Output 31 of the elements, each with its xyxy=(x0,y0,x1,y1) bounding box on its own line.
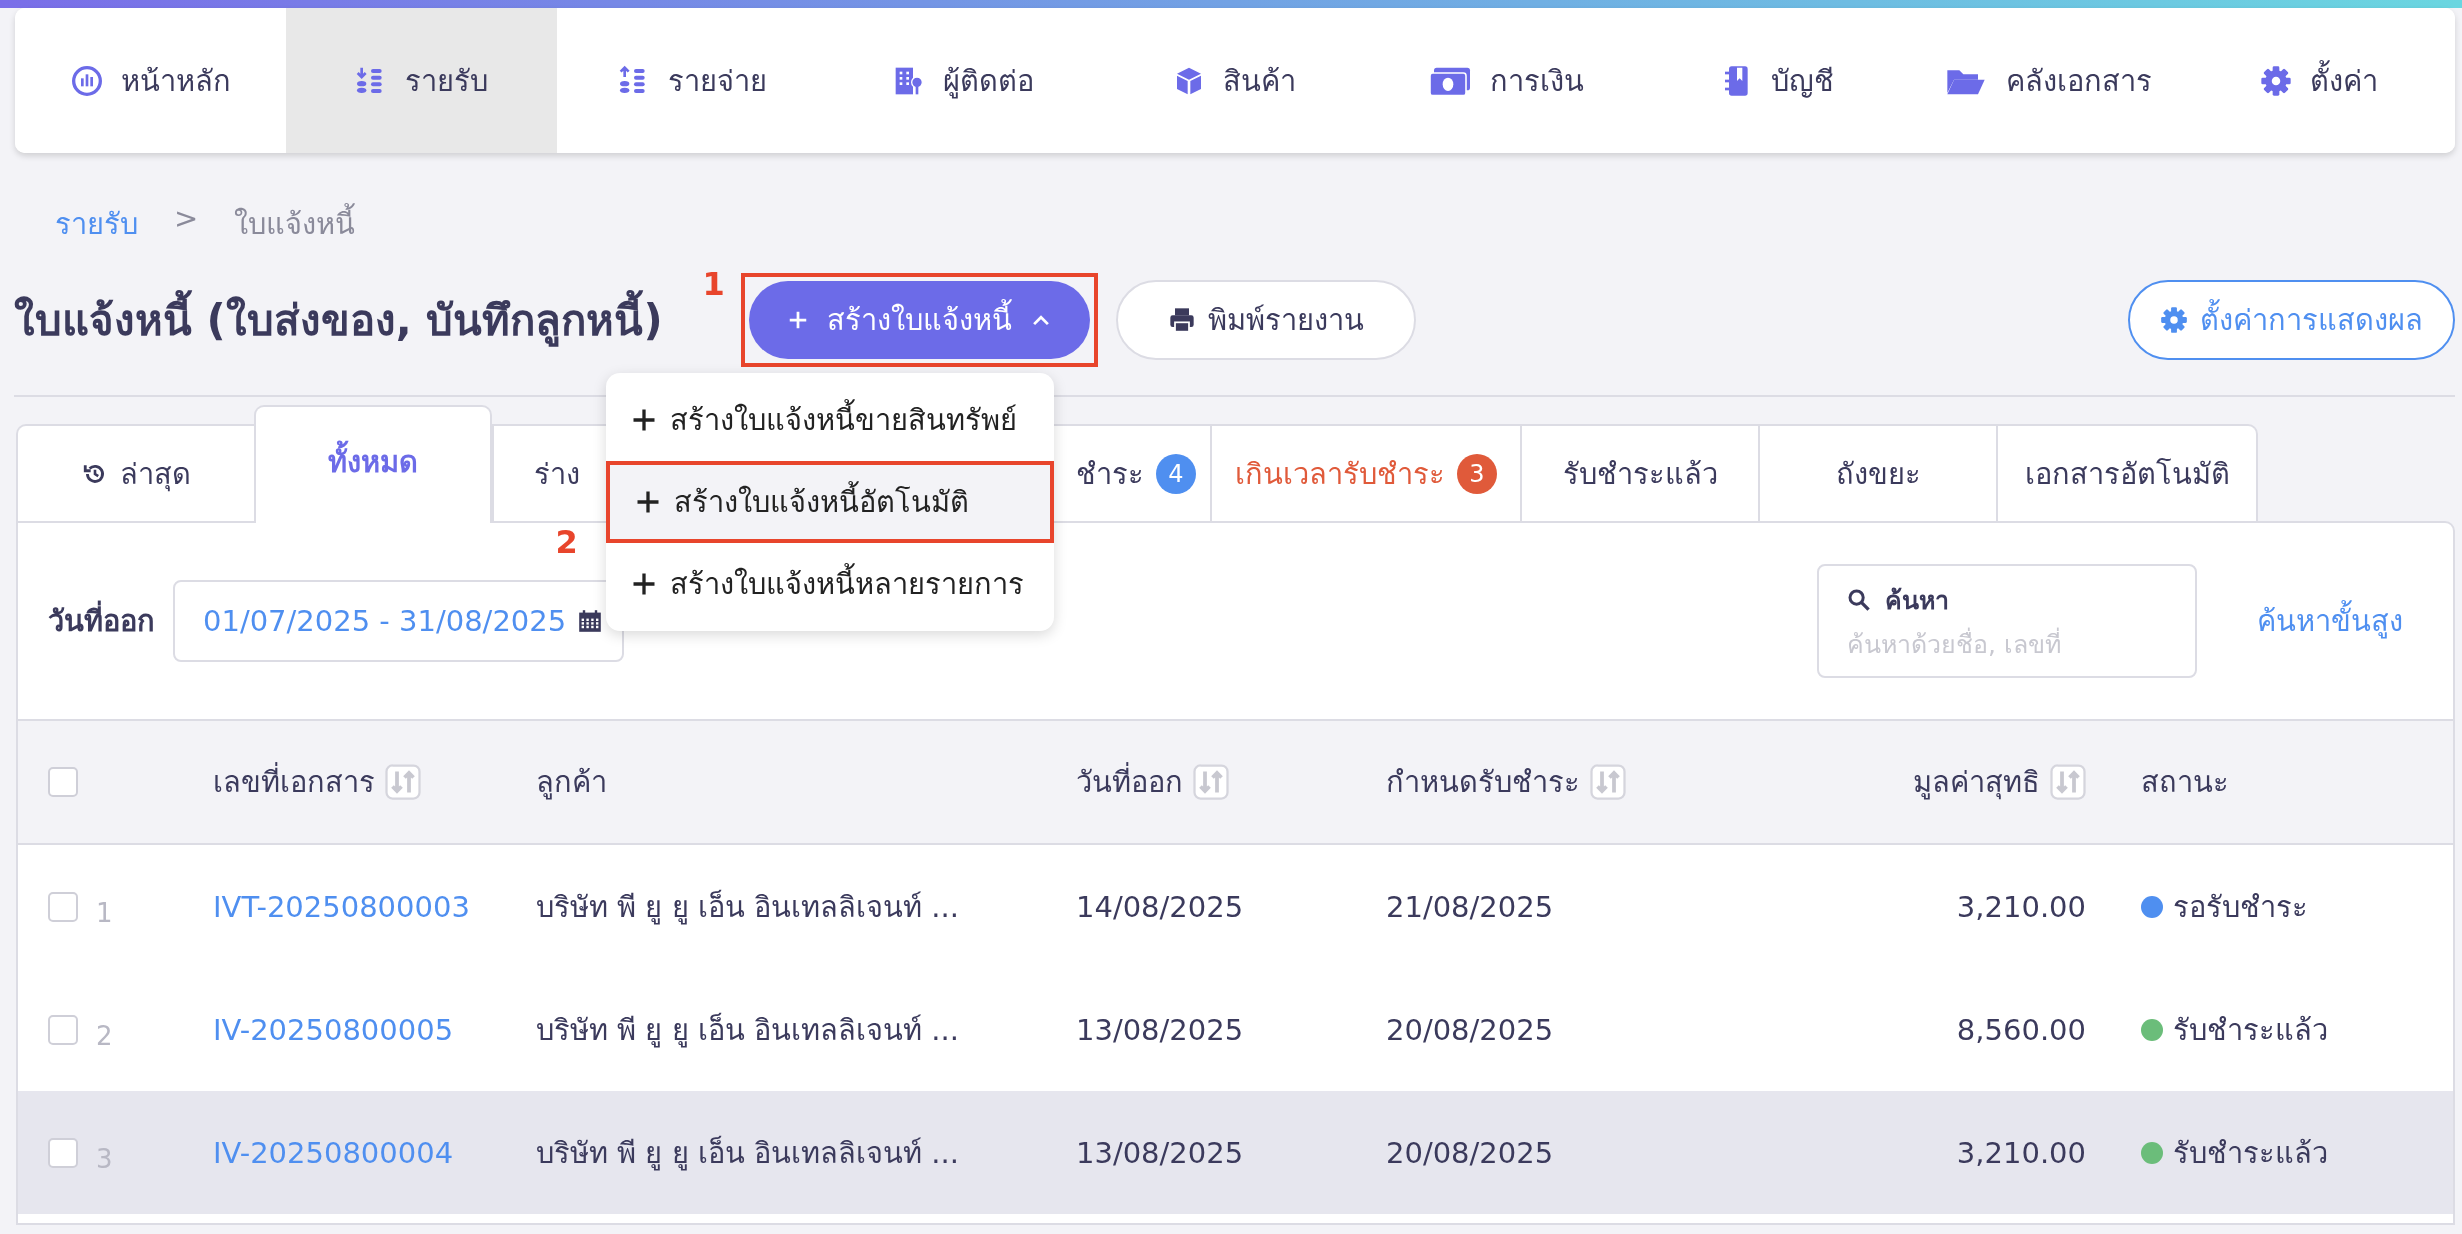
filter-label: วันที่ออก xyxy=(48,598,155,644)
table-cell: 20/08/2025 xyxy=(1386,1012,1554,1047)
table-cell: 13/08/2025 xyxy=(1076,1012,1244,1047)
row-number: 2 xyxy=(96,1020,113,1051)
annotation-number: 2 xyxy=(555,523,578,561)
column-header: มูลค่าสุทธิ xyxy=(1913,764,2040,802)
table-cell: บริษัท พี ยู ยู เอ็น อินเทลลิเจนท์ ... xyxy=(536,1012,959,1047)
column-header: กำหนดรับชำระ xyxy=(1386,764,1580,801)
table-cell: 20/08/2025 xyxy=(1386,1135,1554,1170)
annotation-number: 1 xyxy=(702,265,725,303)
count-badge: 4 xyxy=(1156,453,1196,494)
table-cell: 14/08/2025 xyxy=(1076,889,1244,924)
table-cell: 21/08/2025 xyxy=(1386,889,1554,924)
column-header: ลูกค้า xyxy=(536,764,607,802)
table-cell: 8,560.00 xyxy=(1956,1012,2086,1047)
table-cell: 13/08/2025 xyxy=(1076,1135,1244,1170)
status-text: รับชำระแล้ว xyxy=(2173,1134,2328,1172)
table-cell: 3,210.00 xyxy=(1956,1135,2086,1170)
row-number: 1 xyxy=(96,897,113,928)
column-header: สถานะ xyxy=(2141,764,2229,801)
table-cell: 3,210.00 xyxy=(1956,889,2086,924)
breadcrumb-current: ใบแจ้งหนี้ xyxy=(234,201,356,245)
status-text: รับชำระแล้ว xyxy=(2173,1011,2328,1049)
table-cell: บริษัท พี ยู ยู เอ็น อินเทลลิเจนท์ ... xyxy=(536,1135,959,1170)
column-header: วันที่ออก xyxy=(1076,759,1183,805)
status-text: รอรับชำระ xyxy=(2173,888,2308,926)
breadcrumb-separator: > xyxy=(174,201,199,237)
table-cell: บริษัท พี ยู ยู เอ็น อินเทลลิเจนท์ ... xyxy=(536,889,959,924)
column-header: เลขที่เอกสาร xyxy=(213,759,375,805)
count-badge: 3 xyxy=(1457,453,1497,494)
page-title: ใบแจ้งหนี้ (ใบส่งของ, บันทึกลูกหนี้) xyxy=(14,287,663,353)
